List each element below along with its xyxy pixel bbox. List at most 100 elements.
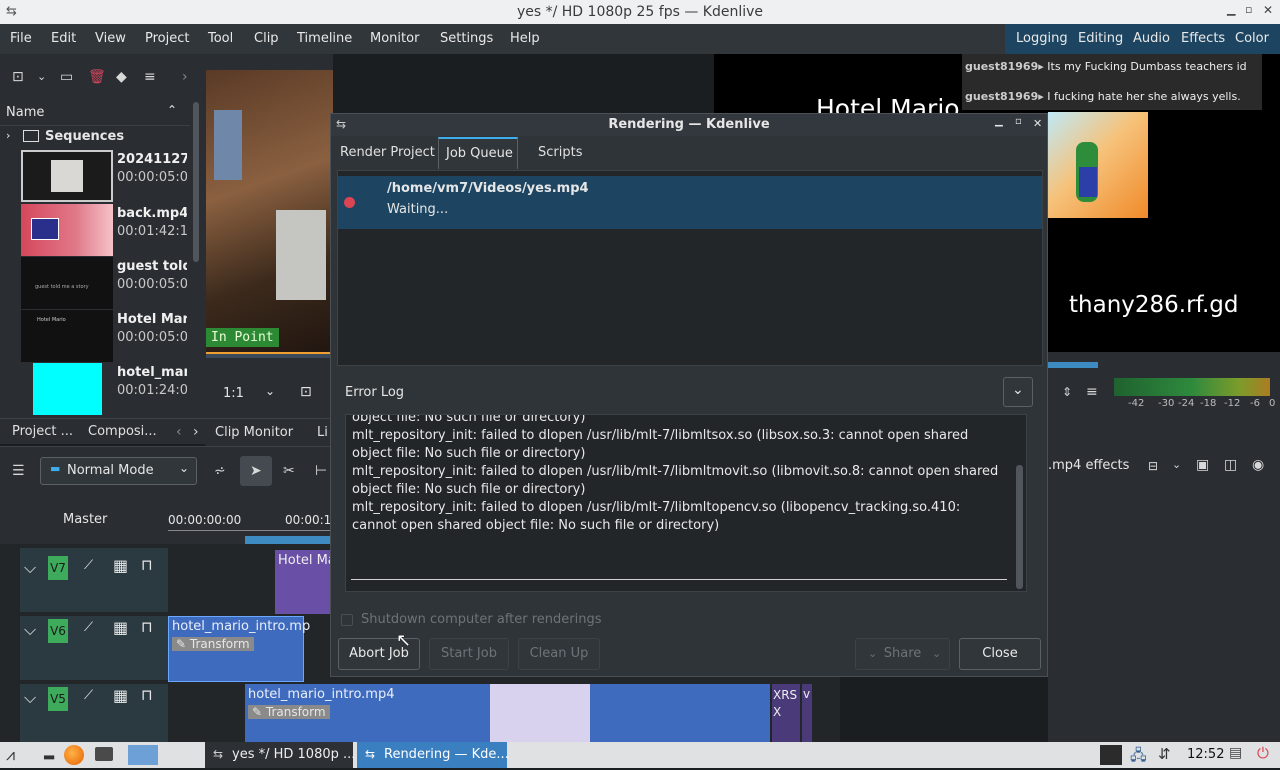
sort-icon[interactable]: ⌃ — [167, 103, 177, 117]
keyboard-icon[interactable]: ⇵ — [1158, 745, 1171, 763]
bin-item[interactable]: back.mp4 00:01:42:16 — [0, 204, 190, 256]
network-icon[interactable]: 🖧 — [1130, 745, 1147, 770]
frame-icon[interactable]: ⊡ — [300, 384, 312, 400]
error-log-toggle[interactable]: ⌄ — [1003, 377, 1033, 407]
shutdown-checkbox[interactable] — [341, 614, 353, 626]
lock-icon[interactable]: ⊓ — [141, 618, 153, 636]
add-clip-icon[interactable]: ⊡ — [12, 69, 24, 85]
split-icon[interactable]: ◫ — [1224, 457, 1237, 473]
terminal-icon[interactable] — [128, 745, 158, 765]
chevron-left-icon[interactable]: ‹ — [176, 424, 182, 440]
save-icon[interactable]: ▣ — [1196, 457, 1209, 473]
chevron-down-icon[interactable]: ⌄ — [37, 69, 46, 85]
close-icon[interactable]: ✕ — [1033, 117, 1042, 130]
effect-icon[interactable]: ⟋ — [84, 558, 93, 573]
slip-tool-icon[interactable]: ⊢ — [315, 463, 327, 479]
playhead-zone[interactable] — [245, 536, 333, 544]
task-kdenlive[interactable]: ⇆ yes */ HD 1080p ... — [205, 742, 355, 768]
sequences-folder[interactable]: › Sequences — [0, 126, 190, 148]
collapse-icon[interactable]: ⌵ — [24, 558, 36, 578]
tab-compositions[interactable]: Composi... — [88, 424, 157, 439]
effect-icon[interactable]: ⟋ — [84, 688, 93, 703]
folder-icon[interactable]: ▭ — [60, 69, 73, 85]
chevron-right-icon[interactable]: › — [193, 424, 199, 440]
power-icon[interactable]: ⏻ — [1257, 744, 1269, 762]
menu-edit[interactable]: Edit — [51, 31, 76, 46]
start-menu-icon[interactable]: ⩘ — [6, 745, 15, 765]
bin-item[interactable]: Hotel Mario Hotel Mari 00:00:05:00 — [0, 310, 190, 362]
menu-clip[interactable]: Clip — [254, 31, 279, 46]
timeline-clip[interactable]: XRS X — [772, 684, 800, 742]
zoom-select[interactable]: 1:1 — [223, 386, 244, 401]
track-header-v7[interactable]: ⌵ V7 ⟋ ▦ ⊓ — [20, 548, 168, 612]
maximize-icon[interactable]: ▫ — [1015, 116, 1022, 127]
tag-icon[interactable]: ◆ — [116, 69, 127, 85]
workspace-color[interactable]: Color — [1235, 31, 1269, 46]
battery-icon[interactable]: ▤ — [1229, 745, 1242, 761]
close-button[interactable]: Close — [959, 638, 1041, 670]
bin-scrollbar[interactable] — [193, 102, 199, 262]
tab-job-queue[interactable]: Job Queue — [438, 137, 518, 169]
tray-icon[interactable] — [1100, 745, 1122, 765]
task-rendering[interactable]: ⇆ Rendering — Kde... — [357, 742, 509, 768]
clean-up-button[interactable]: Clean Up — [518, 638, 600, 670]
menu-tool[interactable]: Tool — [208, 31, 233, 46]
settings-icon[interactable]: ☰ — [12, 463, 25, 479]
expand-icon[interactable]: › — [6, 129, 10, 142]
menu-project[interactable]: Project — [145, 31, 189, 46]
log-scrollbar[interactable] — [1016, 465, 1023, 589]
bin-item[interactable]: hotel_mari 00:01:24:00 — [0, 363, 190, 415]
chevron-down-icon[interactable]: ⌄ — [265, 384, 275, 398]
film-icon[interactable]: ▦ — [113, 556, 128, 575]
lock-icon[interactable]: ⊓ — [141, 686, 153, 704]
tab-clip-monitor[interactable]: Clip Monitor — [215, 425, 293, 440]
timeline-clip[interactable]: hotel_mario_intro.mp4 ✎ Transform — [245, 684, 770, 742]
firefox-icon[interactable] — [64, 745, 84, 765]
start-job-button[interactable]: Start Job — [429, 638, 509, 670]
razor-tool-icon[interactable]: ✂ — [283, 463, 295, 479]
track-header-v6[interactable]: ⌵ V6 ⟋ ▦ ⊓ — [20, 616, 168, 680]
spin-icon[interactable]: ⇕ — [1062, 384, 1072, 400]
film-icon[interactable]: ▦ — [113, 686, 128, 705]
timeline-clip[interactable]: hotel_mario_intro.mp ✎ Transform — [168, 616, 310, 682]
menu-icon[interactable]: ≡ — [144, 69, 156, 85]
minimize-icon[interactable]: ▁ — [1227, 3, 1235, 16]
chevron-down-icon[interactable]: ⌄ — [1172, 457, 1181, 473]
film-icon[interactable]: ▦ — [113, 618, 128, 637]
bin-item[interactable]: 20241127_1 00:00:05:00 — [0, 150, 190, 202]
tab-scripts[interactable]: Scripts — [538, 145, 582, 160]
desktop-icon[interactable]: ▂ — [44, 745, 54, 760]
tab-project[interactable]: Project ... — [12, 424, 73, 439]
track-header-v5[interactable]: ⌵ V5 ⟋ ▦ ⊓ — [20, 684, 168, 748]
collapse-icon[interactable]: ⌵ — [24, 688, 36, 708]
eye-icon[interactable]: ◉ — [1252, 457, 1264, 473]
spacer-tool-icon[interactable]: ⩫ — [214, 463, 226, 479]
monitor-ruler[interactable] — [1048, 362, 1098, 368]
error-log-text[interactable]: object file: No such file or directory) … — [345, 414, 1027, 592]
minimize-icon[interactable]: ▁ — [995, 116, 1003, 127]
bin-item[interactable]: guest told me a story guest told 00:00:0… — [0, 257, 190, 309]
effect-icon[interactable]: ⟋ — [84, 620, 93, 635]
collapse-icon[interactable]: ⌵ — [24, 620, 36, 640]
menu-icon[interactable]: ≡ — [1086, 384, 1098, 400]
share-button[interactable]: ⌄ Share ⌄ — [855, 638, 950, 670]
tab-render-project[interactable]: Render Project — [340, 145, 435, 160]
menu-view[interactable]: View — [95, 31, 126, 46]
chevron-right-icon[interactable]: › — [182, 69, 188, 85]
lock-icon[interactable]: ⊓ — [141, 556, 153, 574]
menu-settings[interactable]: Settings — [440, 31, 493, 46]
select-tool-button[interactable]: ➤ — [240, 456, 272, 486]
maximize-icon[interactable]: ▫ — [1245, 3, 1252, 16]
compare-icon[interactable]: ⊟ — [1148, 458, 1158, 474]
files-icon[interactable] — [95, 747, 113, 761]
menu-file[interactable]: File — [10, 31, 32, 46]
clip-monitor-ruler[interactable] — [206, 352, 333, 358]
workspace-audio[interactable]: Audio — [1133, 31, 1170, 46]
menu-monitor[interactable]: Monitor — [370, 31, 419, 46]
close-icon[interactable]: ✕ — [1263, 3, 1273, 17]
tab-library[interactable]: Li — [317, 425, 328, 440]
workspace-editing[interactable]: Editing — [1078, 31, 1123, 46]
workspace-effects[interactable]: Effects — [1181, 31, 1225, 46]
column-name[interactable]: Name — [6, 105, 44, 120]
delete-icon[interactable]: 🗑 — [88, 69, 106, 85]
